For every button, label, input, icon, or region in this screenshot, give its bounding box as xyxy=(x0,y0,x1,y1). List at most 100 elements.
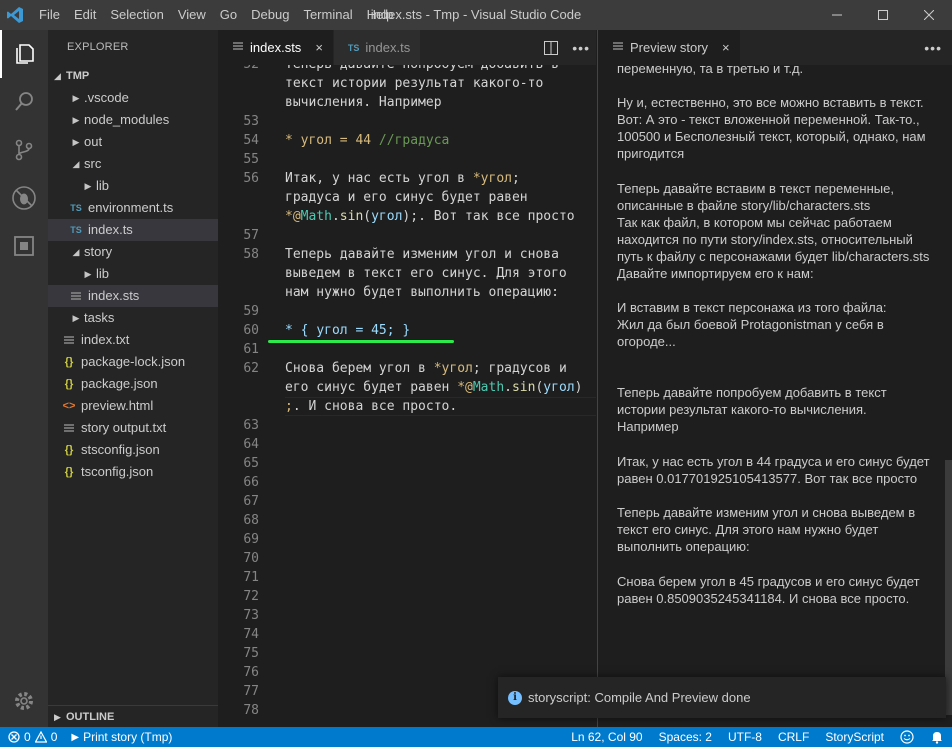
warning-icon xyxy=(34,731,47,743)
tree-item[interactable]: <> preview.html xyxy=(48,395,218,417)
code-token: ; градусов и xyxy=(472,361,567,376)
tree-item[interactable]: index.txt xyxy=(48,329,218,351)
bell-icon xyxy=(932,732,942,744)
chevron-down-icon: ◢ xyxy=(72,159,80,169)
code-text: Теперь давайте попробуем добавить в xyxy=(285,65,559,74)
json-icon: {} xyxy=(64,466,74,478)
tab-index-sts[interactable]: index.sts × xyxy=(218,30,334,65)
code-token: ( xyxy=(363,209,372,224)
tree-item[interactable]: ◢ story xyxy=(48,241,218,263)
code-editor[interactable]: 52 Теперь давайте попробуем добавить в те… xyxy=(218,65,596,727)
tree-item[interactable]: {} package-lock.json xyxy=(48,351,218,373)
code-token: ); xyxy=(402,209,419,224)
info-icon: i xyxy=(508,690,522,705)
tree-item[interactable]: ▶ lib xyxy=(48,263,218,285)
html-icon: <> xyxy=(62,400,76,412)
manage-activity[interactable] xyxy=(0,677,48,725)
end-of-line[interactable]: CRLF xyxy=(778,730,809,744)
code-token: ; xyxy=(285,399,293,414)
menu-file[interactable]: File xyxy=(32,0,67,30)
minimize-button[interactable] xyxy=(814,0,860,30)
more-actions-icon[interactable]: ••• xyxy=(572,40,590,56)
tree-item[interactable]: ▶ out xyxy=(48,131,218,153)
tab-label: Preview story xyxy=(630,40,709,55)
play-icon: ▶ xyxy=(71,731,80,743)
close-window-button[interactable] xyxy=(906,0,952,30)
maximize-button[interactable] xyxy=(860,0,906,30)
menu-edit[interactable]: Edit xyxy=(67,0,103,30)
language-mode[interactable]: StoryScript xyxy=(825,730,884,744)
preview-scrollbar[interactable] xyxy=(945,460,952,715)
code-token: Снова берем угол в xyxy=(285,361,434,376)
explorer-activity[interactable] xyxy=(0,30,48,78)
text-file-icon xyxy=(68,288,84,304)
menu-selection[interactable]: Selection xyxy=(103,0,170,30)
source-control-activity[interactable] xyxy=(0,126,48,174)
chevron-right-icon: ▶ xyxy=(54,711,61,722)
indentation[interactable]: Spaces: 2 xyxy=(659,730,712,744)
line-number: 63 xyxy=(243,418,259,433)
outline-label: OUTLINE xyxy=(66,710,115,723)
workspace-root[interactable]: ◢ TMP xyxy=(48,65,218,87)
tab-label: index.sts xyxy=(250,40,302,55)
smiley-icon xyxy=(900,730,914,744)
outline-section[interactable]: ▶ OUTLINE xyxy=(48,705,218,727)
preview-paragraph: И вставим в текст персонажа из того файл… xyxy=(617,300,887,349)
preview-paragraph: Теперь давайте вставим в текст переменны… xyxy=(617,181,930,281)
tree-item[interactable]: TS environment.ts xyxy=(48,197,218,219)
tree-item[interactable]: ◢ src xyxy=(48,153,218,175)
line-number: 78 xyxy=(243,703,259,718)
tree-item[interactable]: index.sts xyxy=(48,285,218,307)
line-number: 68 xyxy=(243,513,259,528)
tree-item[interactable]: {} stsconfig.json xyxy=(48,439,218,461)
code-token: . xyxy=(504,380,512,395)
debug-activity[interactable] xyxy=(0,174,48,222)
line-number: 70 xyxy=(243,551,259,566)
code-text: * { угол = 45; } xyxy=(285,321,410,340)
line-number: 76 xyxy=(243,665,259,680)
tree-item[interactable]: story output.txt xyxy=(48,417,218,439)
tree-item[interactable]: {} tsconfig.json xyxy=(48,461,218,483)
tree-item[interactable]: ▶ lib xyxy=(48,175,218,197)
line-number: 62 xyxy=(243,361,259,376)
typescript-icon: TS xyxy=(347,42,360,53)
cursor-position[interactable]: Ln 62, Col 90 xyxy=(571,730,642,744)
explorer-sidebar: EXPLORER ◢ TMP ▶ .vscode ▶ node_modules ▶ out… xyxy=(48,30,218,727)
search-activity[interactable] xyxy=(0,78,48,126)
text-file-icon xyxy=(61,332,77,348)
close-icon[interactable]: × xyxy=(315,40,323,55)
tree-item[interactable]: {} package.json xyxy=(48,373,218,395)
line-number: 64 xyxy=(243,437,259,452)
tab-index-ts[interactable]: TS index.ts xyxy=(333,30,422,65)
tree-item[interactable]: ▶ .vscode xyxy=(48,87,218,109)
tree-item-label: out xyxy=(84,134,103,149)
feedback-button[interactable] xyxy=(900,730,914,744)
split-editor-icon[interactable] xyxy=(544,40,559,55)
menu-help[interactable]: Help xyxy=(360,0,401,30)
extensions-activity[interactable] xyxy=(0,222,48,270)
menu-view[interactable]: View xyxy=(171,0,213,30)
chevron-down-icon: ◢ xyxy=(72,247,80,257)
status-bar: 0 0 ▶ Print story (Tmp) Ln 62, Col 90 Sp… xyxy=(0,727,952,747)
line-number: 58 xyxy=(243,247,259,262)
menu-go[interactable]: Go xyxy=(213,0,244,30)
code-text: нам нужно будет выполнить операцию: xyxy=(285,285,559,300)
run-task-button[interactable]: ▶ Print story (Tmp) xyxy=(71,730,172,744)
code-token: * xyxy=(285,133,293,148)
tree-item[interactable]: TS index.ts xyxy=(48,219,218,241)
code-token: Math xyxy=(472,380,505,395)
task-label: Print story (Tmp) xyxy=(83,730,173,744)
tree-item[interactable]: ▶ node_modules xyxy=(48,109,218,131)
preview-paragraph: Итак, у нас есть угол в 44 градуса и его… xyxy=(617,454,930,486)
encoding[interactable]: UTF-8 xyxy=(728,730,762,744)
preview-paragraph: Теперь давайте попробуем добавить в текс… xyxy=(617,385,887,434)
tree-item[interactable]: ▶ tasks xyxy=(48,307,218,329)
code-text: Итак, у нас есть угол в *угол; xyxy=(285,169,520,188)
menu-debug[interactable]: Debug xyxy=(244,0,296,30)
problems-indicator[interactable]: 0 0 xyxy=(8,730,57,744)
activity-bar xyxy=(0,30,48,727)
notifications-button[interactable] xyxy=(930,730,944,744)
close-icon[interactable]: × xyxy=(722,40,730,55)
menu-terminal[interactable]: Terminal xyxy=(296,0,359,30)
close-icon xyxy=(924,10,934,20)
